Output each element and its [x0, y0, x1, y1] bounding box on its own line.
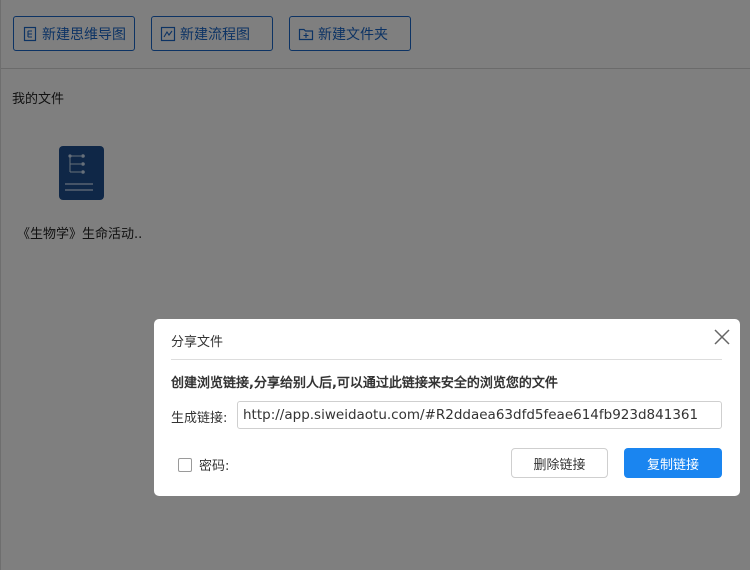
- share-description: 创建浏览链接,分享给别人后,可以通过此链接来安全的浏览您的文件: [171, 376, 558, 391]
- password-label: 密码:: [199, 459, 230, 474]
- copy-link-button[interactable]: 复制链接: [624, 448, 722, 478]
- dialog-title: 分享文件: [171, 335, 224, 350]
- dialog-divider: [171, 359, 722, 360]
- password-toggle[interactable]: 密码:: [178, 455, 229, 474]
- share-file-dialog: 分享文件 创建浏览链接,分享给别人后,可以通过此链接来安全的浏览您的文件 生成链…: [154, 319, 740, 496]
- delete-link-button[interactable]: 删除链接: [511, 448, 608, 478]
- link-label: 生成链接:: [171, 411, 228, 426]
- close-icon[interactable]: [712, 327, 732, 347]
- password-checkbox[interactable]: [178, 457, 192, 472]
- share-link-input[interactable]: [237, 401, 722, 429]
